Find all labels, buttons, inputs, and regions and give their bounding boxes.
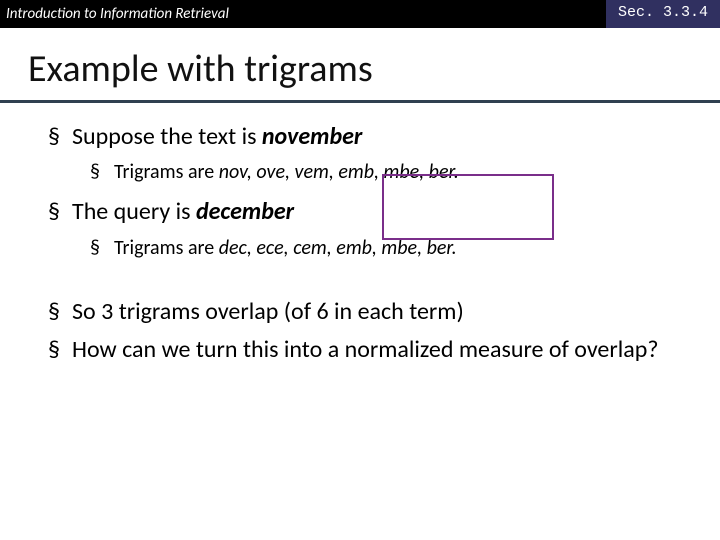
top-bar: Introduction to Information Retrieval Se… [0, 0, 720, 28]
subbullet-dec-tri: dec, ece, cem, emb, mbe, ber. [219, 236, 457, 260]
bullet-suppose-pre: Suppose the text is [72, 122, 262, 151]
course-title: Introduction to Information Retrieval [0, 5, 229, 23]
subbullet-nov-tri: nov, ove, vem, emb, mbe, ber. [219, 160, 459, 184]
slide-content: Suppose the text is november Trigrams ar… [0, 103, 720, 367]
bullet-query-word: december [196, 197, 294, 226]
bullet-overlap: So 3 trigrams overlap (of 6 in each term… [48, 296, 690, 328]
subbullet-dec-pre: Trigrams are [114, 236, 219, 260]
bullet-query: The query is december [48, 196, 690, 228]
subbullet-dec-trigrams: Trigrams are dec, ece, cem, emb, mbe, be… [90, 235, 690, 262]
bullet-suppose-word: november [262, 122, 363, 151]
section-label: Sec. 3.3.4 [606, 0, 720, 28]
bullet-suppose: Suppose the text is november [48, 121, 690, 153]
bullet-query-pre: The query is [72, 197, 196, 226]
subbullet-nov-pre: Trigrams are [114, 160, 219, 184]
subbullet-nov-trigrams: Trigrams are nov, ove, vem, emb, mbe, be… [90, 159, 690, 186]
spacer [48, 272, 690, 296]
bullet-question: How can we turn this into a normalized m… [48, 334, 690, 366]
slide-title: Example with trigrams [0, 28, 720, 100]
